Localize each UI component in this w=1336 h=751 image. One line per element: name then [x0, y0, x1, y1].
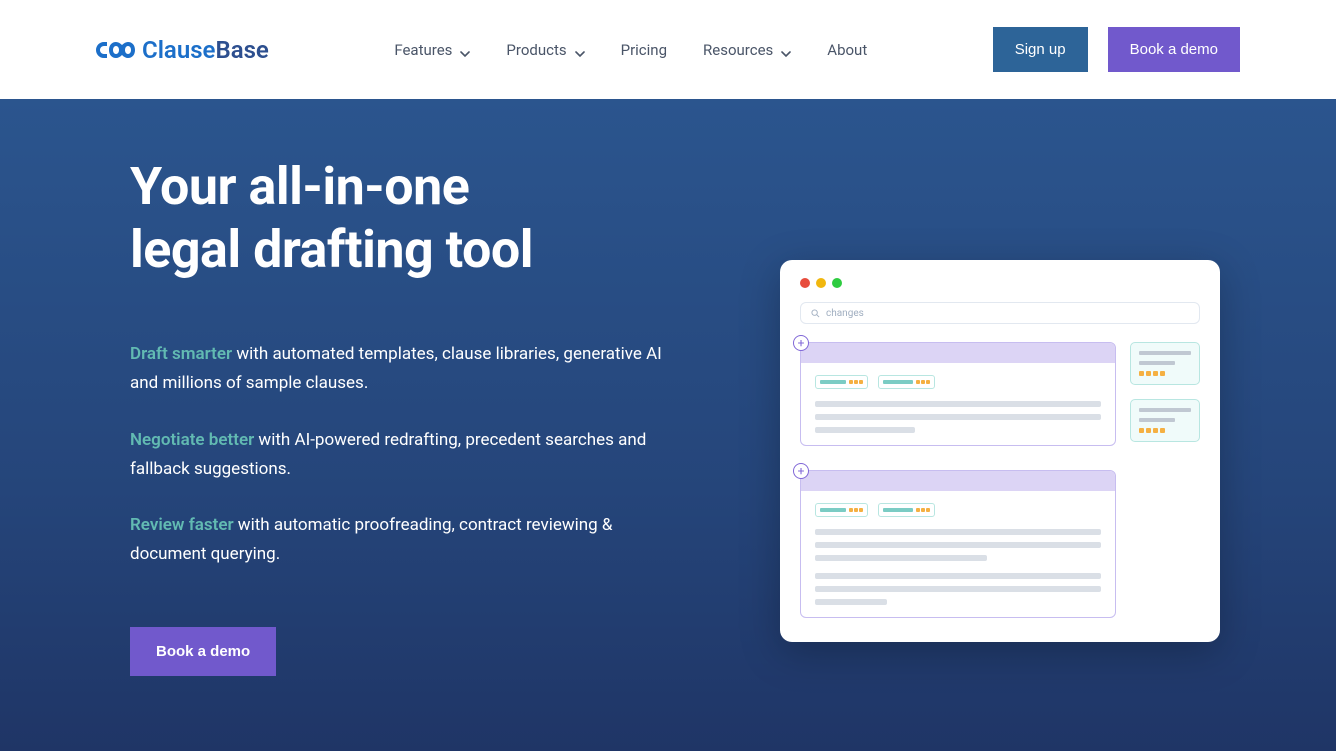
hero-section: Your all-in-one legal drafting tool Draf…	[0, 99, 1336, 751]
illustration-side-col	[1130, 342, 1200, 442]
clause-card: +	[800, 342, 1116, 446]
nav-pricing[interactable]: Pricing	[621, 41, 667, 59]
copy-lead: Negotiate better	[130, 430, 254, 450]
search-placeholder: changes	[826, 308, 864, 319]
window-minimize-icon	[816, 278, 826, 288]
search-icon	[811, 309, 820, 318]
illustration-search: changes	[800, 302, 1200, 324]
hero-illustration: changes +	[770, 155, 1230, 721]
text-line	[815, 542, 1101, 548]
text-line	[815, 529, 1101, 535]
nav-resources[interactable]: Resources	[703, 41, 791, 59]
tag-bar	[820, 380, 846, 384]
stars-icon	[1139, 428, 1191, 433]
bar	[1139, 418, 1175, 422]
tag-bar	[820, 508, 846, 512]
hero-title: Your all-in-one legal drafting tool	[130, 155, 690, 282]
side-card	[1130, 342, 1200, 385]
logo-text: ClauseBase	[142, 36, 269, 64]
bar	[1139, 351, 1191, 355]
stars-icon	[916, 380, 930, 384]
bar	[1139, 361, 1175, 365]
clause-header	[801, 471, 1115, 491]
tag	[815, 375, 868, 389]
illustration-content: + +	[800, 342, 1200, 618]
copy-lead: Draft smarter	[130, 344, 232, 364]
nav-features[interactable]: Features	[394, 41, 470, 59]
text-line	[815, 427, 915, 433]
text-line	[815, 586, 1101, 592]
clause-card: +	[800, 470, 1116, 618]
hero-book-demo-button[interactable]: Book a demo	[130, 627, 276, 676]
tag	[878, 503, 935, 517]
tag-row	[815, 503, 1101, 517]
chevron-down-icon	[460, 45, 470, 55]
tag-bar	[883, 508, 913, 512]
nav-label: Pricing	[621, 41, 667, 59]
text-line	[815, 401, 1101, 407]
hero-title-line1: Your all-in-one	[130, 156, 469, 217]
tag-bar	[883, 380, 913, 384]
clause-body	[801, 491, 1115, 617]
window-maximize-icon	[832, 278, 842, 288]
nav-label: Features	[394, 41, 452, 59]
bar	[1139, 408, 1191, 412]
book-demo-button[interactable]: Book a demo	[1108, 27, 1240, 72]
nav-label: Products	[506, 41, 566, 59]
window-close-icon	[800, 278, 810, 288]
illustration-window: changes +	[780, 260, 1220, 642]
copy-block: Review faster with automatic proofreadin…	[130, 511, 690, 569]
nav-label: Resources	[703, 41, 773, 59]
plus-icon: +	[793, 335, 809, 351]
logo[interactable]: ClauseBase	[96, 36, 269, 64]
clause-header	[801, 343, 1115, 363]
nav-label: About	[827, 41, 867, 59]
copy-block: Draft smarter with automated templates, …	[130, 340, 690, 398]
main-nav: Features Products Pricing Resources Abou…	[394, 41, 867, 59]
nav-products[interactable]: Products	[506, 41, 584, 59]
hero-left: Your all-in-one legal drafting tool Draf…	[130, 155, 690, 721]
hero-title-line2: legal drafting tool	[130, 219, 533, 280]
logo-icon	[96, 38, 136, 62]
signup-button[interactable]: Sign up	[993, 27, 1088, 72]
stars-icon	[849, 380, 863, 384]
tag-row	[815, 375, 1101, 389]
traffic-lights	[800, 278, 1200, 288]
text-line	[815, 555, 987, 561]
nav-about[interactable]: About	[827, 41, 867, 59]
clause-body	[801, 363, 1115, 445]
copy-block: Negotiate better with AI-powered redraft…	[130, 426, 690, 484]
tag	[815, 503, 868, 517]
stars-icon	[916, 508, 930, 512]
header-actions: Sign up Book a demo	[993, 27, 1240, 72]
chevron-down-icon	[575, 45, 585, 55]
hero-copy: Draft smarter with automated templates, …	[130, 340, 690, 569]
side-card	[1130, 399, 1200, 442]
stars-icon	[1139, 371, 1191, 376]
copy-lead: Review faster	[130, 515, 234, 535]
illustration-main-col: + +	[800, 342, 1116, 618]
tag	[878, 375, 935, 389]
stars-icon	[849, 508, 863, 512]
chevron-down-icon	[781, 45, 791, 55]
text-line	[815, 573, 1101, 579]
text-line	[815, 414, 1101, 420]
plus-icon: +	[793, 463, 809, 479]
site-header: ClauseBase Features Products Pricing Res…	[0, 0, 1336, 99]
text-line	[815, 599, 887, 605]
